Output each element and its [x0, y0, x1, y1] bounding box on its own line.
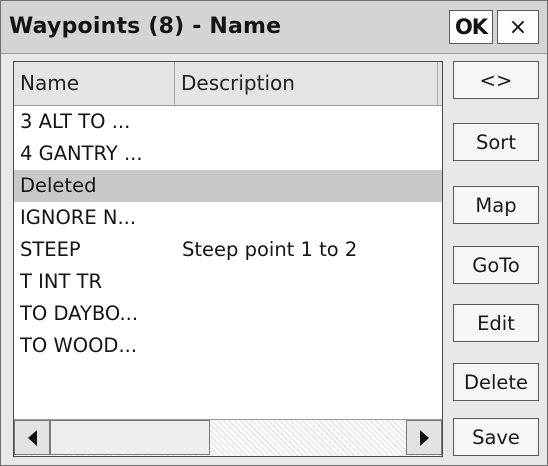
swap-columns-button[interactable]: <> [453, 61, 539, 99]
goto-button[interactable]: GoTo [453, 246, 539, 284]
column-header-name[interactable]: Name [14, 62, 175, 105]
table-row[interactable]: TO WOOD... [14, 330, 442, 362]
waypoints-dialog: Waypoints (8) - Name OK × Name Descripti… [0, 0, 548, 466]
table-row[interactable]: IGNORE N... [14, 202, 442, 234]
dialog-title: Waypoints (8) - Name [9, 14, 282, 39]
waypoint-description: Steep point 1 to 2 [182, 238, 358, 261]
waypoint-name: IGNORE N... [20, 206, 137, 229]
ok-button[interactable]: OK [449, 10, 493, 44]
scroll-left-button[interactable] [14, 420, 50, 455]
waypoint-name: TO DAYBO... [20, 302, 139, 325]
arrow-right-icon [419, 429, 429, 446]
map-button[interactable]: Map [453, 186, 539, 224]
list-rows: 3 ALT TO ... 4 GANTRY ... Deleted IGNORE N.… [14, 106, 442, 362]
table-row[interactable]: 4 GANTRY ... [14, 138, 442, 170]
title-bar: Waypoints (8) - Name OK × [1, 1, 547, 54]
table-row[interactable]: STEEP Steep point 1 to 2 [14, 234, 442, 266]
edit-button[interactable]: Edit [453, 304, 539, 342]
waypoint-name: Deleted [20, 174, 97, 197]
scroll-thumb[interactable] [50, 420, 210, 455]
waypoint-name: T INT TR [20, 270, 103, 293]
waypoint-name: STEEP [20, 238, 81, 261]
arrow-left-icon [27, 429, 37, 446]
column-header-description[interactable]: Description [175, 62, 438, 105]
horizontal-scrollbar[interactable] [14, 419, 442, 456]
table-row[interactable]: 3 ALT TO ... [14, 106, 442, 138]
close-button[interactable]: × [497, 10, 539, 44]
waypoint-list[interactable]: Name Description 3 ALT TO ... 4 GANTRY ..… [13, 61, 443, 457]
waypoint-name: 4 GANTRY ... [20, 142, 143, 165]
save-button[interactable]: Save [453, 418, 539, 456]
delete-button[interactable]: Delete [453, 363, 539, 401]
waypoint-name: TO WOOD... [20, 334, 138, 357]
table-row[interactable]: Deleted [14, 170, 442, 202]
list-header: Name Description [14, 62, 442, 106]
table-row[interactable]: TO DAYBO... [14, 298, 442, 330]
scroll-right-button[interactable] [406, 420, 442, 455]
table-row[interactable]: T INT TR [14, 266, 442, 298]
sort-button[interactable]: Sort [453, 123, 539, 161]
waypoint-name: 3 ALT TO ... [20, 110, 131, 133]
